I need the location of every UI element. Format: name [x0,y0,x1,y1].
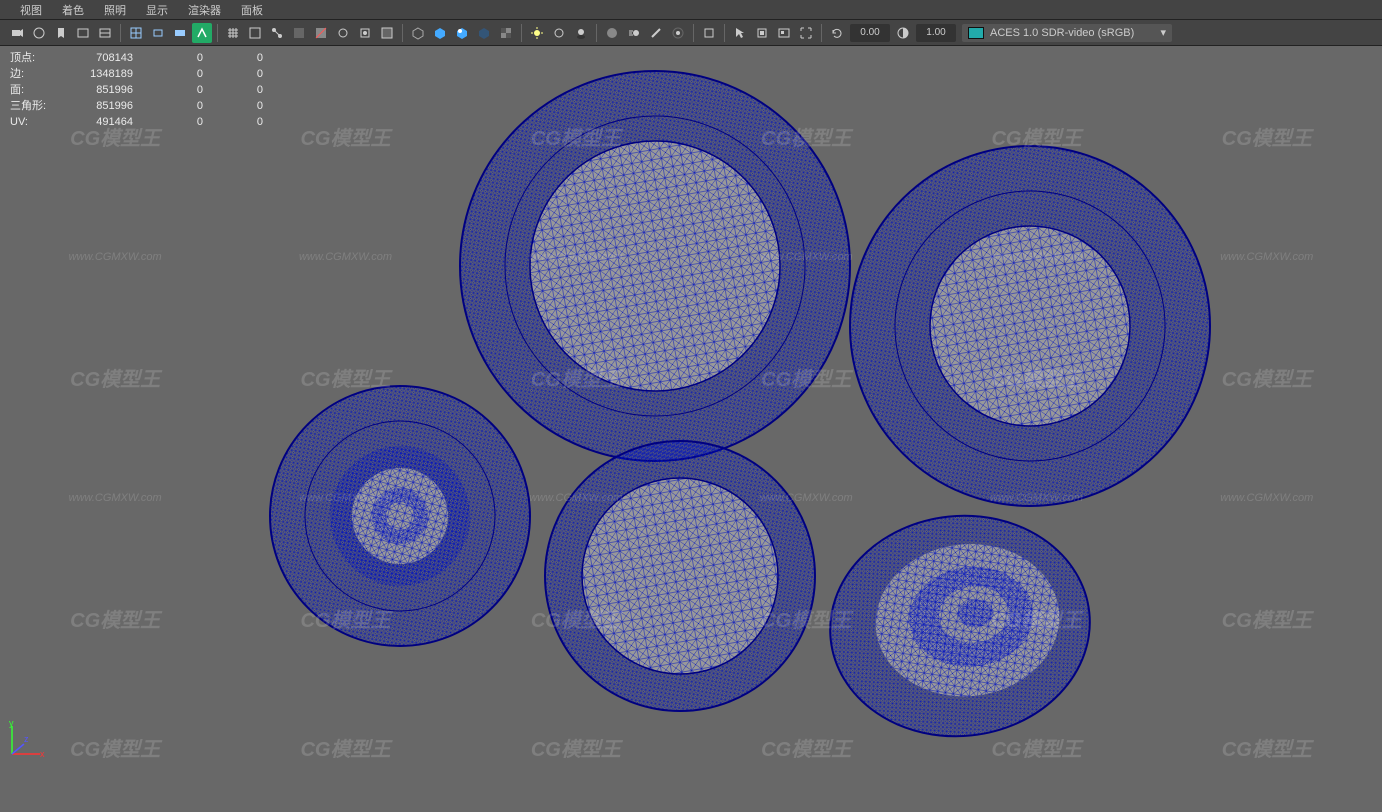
joints-icon[interactable] [267,23,287,43]
menu-panels[interactable]: 面板 [231,0,273,20]
textured-icon[interactable] [496,23,516,43]
shadow-icon[interactable] [571,23,591,43]
scene-wireframe [0,46,1382,766]
depth-of-field-icon[interactable] [668,23,688,43]
hud-row-verts: 顶点: 708143 0 0 [10,50,263,66]
cursor-icon[interactable] [730,23,750,43]
isolate-select-icon[interactable] [355,23,375,43]
hud-row-tris: 三角形: 851996 0 0 [10,98,263,114]
gate-mask-icon[interactable] [170,23,190,43]
toolbar-separator [120,24,121,42]
anti-aliasing-icon[interactable] [646,23,666,43]
shadows-icon[interactable] [474,23,494,43]
screen-space-icon[interactable] [774,23,794,43]
toolbar-separator [596,24,597,42]
poly-count-hud: 顶点: 708143 0 0 边: 1348189 0 0 面: 851996 … [10,50,263,130]
xray-icon[interactable] [289,23,309,43]
menu-renderer[interactable]: 渲染器 [178,0,231,20]
ao-icon[interactable] [602,23,622,43]
svg-text:z: z [24,734,29,744]
film-gate-icon[interactable] [95,23,115,43]
select-camera-icon[interactable] [7,23,27,43]
wireframe-icon[interactable] [408,23,428,43]
two-sided-lighting-icon[interactable] [549,23,569,43]
grid-icon[interactable] [126,23,146,43]
colorspace-dropdown[interactable]: ACES 1.0 SDR-video (sRGB) ▾ [962,24,1172,42]
viewport-3d[interactable]: CG模型王 CG模型王 CG模型王 CG模型王 CG模型王 CG模型王 www.… [0,46,1382,766]
lock-camera-icon[interactable] [29,23,49,43]
menu-view[interactable]: 视图 [10,0,52,20]
toolbar-separator [402,24,403,42]
smooth-shade-icon[interactable] [430,23,450,43]
panel-menubar: 视图 着色 照明 显示 渲染器 面板 [0,0,1382,20]
chevron-down-icon: ▾ [1160,26,1166,39]
safe-action-icon[interactable] [192,23,212,43]
toolbar-separator [724,24,725,42]
use-all-lights-icon[interactable] [452,23,472,43]
toolbar-separator [821,24,822,42]
xray-active-icon[interactable] [311,23,331,43]
toolbar-separator [521,24,522,42]
hud-row-edges: 边: 1348189 0 0 [10,66,263,82]
svg-text:x: x [40,749,45,759]
lighting-mode-icon[interactable] [527,23,547,43]
colorspace-chip-icon [968,27,984,39]
panel-toolbar: 0.00 1.00 ACES 1.0 SDR-video (sRGB) ▾ [0,20,1382,46]
default-material-icon[interactable] [377,23,397,43]
toolbar-separator [693,24,694,42]
xray-joints-icon[interactable] [333,23,353,43]
image-plane-icon[interactable] [73,23,93,43]
toolbar-separator [217,24,218,42]
motion-blur-icon[interactable] [624,23,644,43]
snap-icon[interactable] [752,23,772,43]
grid-toggle-icon[interactable] [223,23,243,43]
frame-selected-icon[interactable] [796,23,816,43]
axis-gizmo[interactable]: y x z [6,720,46,760]
bookmark-icon[interactable] [51,23,71,43]
hud-row-uvs: UV: 491464 0 0 [10,114,263,130]
menu-show[interactable]: 显示 [136,0,178,20]
gamma-value[interactable]: 1.00 [916,24,956,42]
hud-row-faces: 面: 851996 0 0 [10,82,263,98]
gamma-icon[interactable] [893,23,913,43]
exposure-reset-icon[interactable] [827,23,847,43]
menu-lighting[interactable]: 照明 [94,0,136,20]
svg-text:y: y [9,720,14,728]
wireframe-on-shaded-icon[interactable] [245,23,265,43]
exposure-value[interactable]: 0.00 [850,24,890,42]
hardware-fog-icon[interactable] [699,23,719,43]
resolution-gate-icon[interactable] [148,23,168,43]
colorspace-label: ACES 1.0 SDR-video (sRGB) [990,27,1134,39]
menu-shading[interactable]: 着色 [52,0,94,20]
